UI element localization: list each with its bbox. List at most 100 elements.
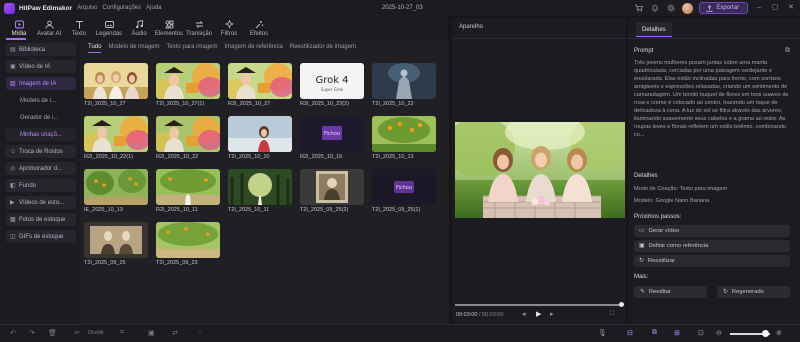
media-thumbnail[interactable]: Fichou [372, 169, 436, 205]
media-thumbnail[interactable] [156, 169, 220, 205]
magnet-icon[interactable]: ⊞ [674, 329, 680, 337]
menu-configuracoes[interactable]: Configurações [102, 5, 141, 11]
next-frame-icon[interactable]: ▸ [550, 310, 554, 318]
media-thumbnail[interactable] [156, 222, 220, 258]
tool-filters[interactable]: Filtros [214, 16, 244, 40]
export-button[interactable]: Exportar [699, 2, 748, 14]
media-item[interactable]: Fichou T2I_2025_09_25(1) [372, 169, 436, 213]
media-item[interactable]: T2I_2025_10_11 [228, 169, 292, 213]
microphone-icon[interactable]: 🎙 [598, 329, 607, 337]
tool-elements[interactable]: Elementos [154, 16, 184, 40]
sidebar-item-stock-videos[interactable]: ▶ Vídeos de esto... [6, 196, 76, 209]
media-item[interactable]: T2I_2025_09_23 [156, 222, 220, 266]
redo-icon[interactable]: ↷ [29, 329, 35, 337]
media-thumbnail[interactable] [372, 63, 436, 99]
snap-icon[interactable]: ⊟ [627, 329, 633, 337]
delete-icon[interactable]: 🗑 [48, 329, 57, 337]
sidebar-sub-image-template[interactable]: Modelo de i... [6, 94, 76, 107]
reedit-button[interactable]: ✎ Reeditar [634, 286, 707, 298]
tab-image-template[interactable]: Modelo de imagem [108, 44, 159, 50]
tool-subtitles[interactable]: Legendas [94, 16, 124, 40]
media-thumbnail[interactable] [84, 63, 148, 99]
settings-icon[interactable] [666, 3, 676, 13]
tool-transition[interactable]: Transição [184, 16, 214, 40]
media-item[interactable]: T2I_2025_09_25(2) [300, 169, 364, 213]
tool-effects[interactable]: Efeitos [244, 16, 274, 40]
maximize-icon[interactable]: ▢ [770, 3, 780, 13]
menu-arquivo[interactable]: Arquivo [77, 5, 97, 11]
tool-avatar-ai[interactable]: Avatar AI [34, 16, 64, 40]
close-icon[interactable]: ✕ [786, 3, 796, 13]
media-thumbnail[interactable] [228, 116, 292, 152]
sidebar-item-stock-photos[interactable]: ▩ Fotos de estoque [6, 213, 76, 226]
tool-media[interactable]: Mídia [4, 16, 34, 40]
playback-handle[interactable] [619, 302, 624, 307]
minimize-icon[interactable]: – [754, 3, 764, 13]
set-as-reference-button[interactable]: ▣ Definir como referência [634, 240, 790, 252]
media-thumbnail[interactable] [228, 169, 292, 205]
media-thumbnail[interactable] [84, 116, 148, 152]
tab-image-restyler[interactable]: Reestilizador de imagem [290, 44, 356, 50]
media-thumbnail[interactable] [84, 222, 148, 258]
playback-progress[interactable] [455, 304, 623, 306]
media-thumbnail[interactable] [300, 169, 364, 205]
media-thumbnail[interactable] [372, 116, 436, 152]
tool-audio[interactable]: Áudio [124, 16, 154, 40]
split-icon[interactable]: ✂ [74, 329, 80, 337]
generate-video-button[interactable]: ▭ Gerar vídeo [634, 225, 790, 237]
media-thumbnail[interactable] [156, 116, 220, 152]
play-icon[interactable]: ▶ [536, 310, 541, 318]
media-item[interactable]: Fichou R2I_2025_10_16 [300, 116, 364, 160]
speed-icon[interactable]: ⇄ [172, 329, 178, 337]
menu-ajuda[interactable]: Ajuda [146, 5, 161, 11]
fullscreen-icon[interactable]: ⛶ [610, 311, 614, 318]
media-item[interactable]: R2I_2025_10_27 [228, 63, 292, 107]
cart-icon[interactable] [634, 3, 644, 13]
zoom-in-icon[interactable]: ⊕ [776, 329, 782, 337]
media-thumbnail[interactable] [156, 63, 220, 99]
media-thumbnail[interactable] [228, 63, 292, 99]
sidebar-sub-my-creations[interactable]: Minhas criaçõ... [6, 128, 76, 141]
split-label[interactable]: Dividir [88, 330, 104, 336]
media-item[interactable]: R2I_2025_10_11 [156, 169, 220, 213]
fit-icon[interactable]: ⊡ [698, 329, 704, 337]
freeze-icon[interactable]: ◌ [198, 329, 202, 336]
tab-tudo[interactable]: Tudo [88, 44, 102, 53]
zoom-out-icon[interactable]: ⊖ [716, 329, 722, 337]
media-thumbnail[interactable]: Fichou [300, 116, 364, 152]
media-thumbnail[interactable]: Grok 4 Super Grok [300, 63, 364, 99]
sidebar-item-biblioteca[interactable]: ▤ Biblioteca [6, 43, 76, 56]
sidebar-item-stock-gifs[interactable]: ◫ GIFs de estoque [6, 230, 76, 243]
link-icon[interactable]: ⧉ [652, 329, 657, 337]
sidebar-item-enhancer[interactable]: ◎ Aprimorador d... [6, 162, 76, 175]
tab-reference-image[interactable]: Imagem de referência [225, 44, 283, 50]
crop-icon[interactable]: ⌗ [120, 329, 124, 337]
undo-icon[interactable]: ↶ [10, 329, 16, 337]
regenerate-button[interactable]: ↻ Regenerado [717, 286, 790, 298]
tool-text[interactable]: Texto [64, 16, 94, 40]
tab-details[interactable]: Detalhes [636, 22, 672, 37]
sidebar-item-face-swap[interactable]: ☺ Troca de Rostos [6, 145, 76, 158]
copy-icon[interactable]: ⧉ [785, 47, 790, 55]
sidebar-item-ai-video[interactable]: ▣ Vídeo de IA [6, 60, 76, 73]
media-item[interactable]: T2I_2025_10_27 [84, 63, 148, 107]
restyle-button[interactable]: ↻ Reestilizar [634, 255, 790, 267]
media-item[interactable]: T2I_2025_10_20 [228, 116, 292, 160]
tab-text-to-image[interactable]: Texto para imagem [166, 44, 217, 50]
notification-icon[interactable] [650, 3, 660, 13]
media-thumbnail[interactable] [84, 169, 148, 205]
sidebar-item-background[interactable]: ◧ Fundo [6, 179, 76, 192]
text-tool-icon[interactable]: ▣ [148, 329, 155, 337]
media-item[interactable]: R2I_2025_10_22 [156, 116, 220, 160]
sidebar-item-ai-image[interactable]: ▨ Imagem de IA [6, 77, 76, 90]
user-avatar[interactable] [682, 2, 694, 14]
media-item[interactable]: Grok 4 Super Grok R2I_2025_10_23(2) [300, 63, 364, 107]
media-item[interactable]: T2I_2025_10_22 [372, 63, 436, 107]
media-item[interactable]: T2I_2025_10_27(1) [156, 63, 220, 107]
zoom-handle[interactable] [762, 330, 769, 337]
media-item[interactable]: T2I_2025_10_13 [372, 116, 436, 160]
media-item[interactable]: R2I_2025_10_22(1) [84, 116, 148, 160]
media-item[interactable]: IE_2025_10_13 [84, 169, 148, 213]
sidebar-sub-image-generator[interactable]: Gerador de i... [6, 111, 76, 124]
prev-frame-icon[interactable]: ◂ [522, 310, 526, 318]
